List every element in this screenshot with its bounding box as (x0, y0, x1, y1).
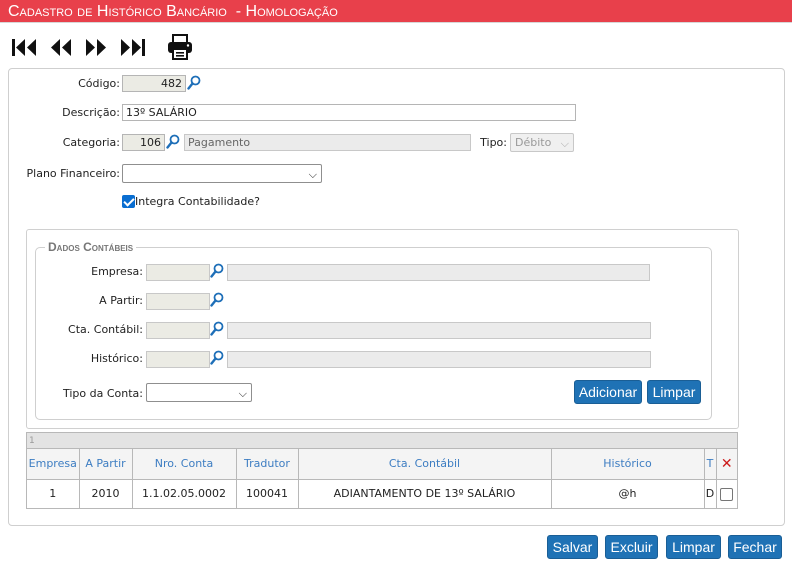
col-header-cta-contabil[interactable]: Cta. Contábil (297, 449, 552, 480)
dados-contabeis-legend: Dados Contábeis (45, 240, 137, 254)
cta-contabil-input[interactable] (146, 322, 210, 339)
previous-record-icon[interactable] (49, 36, 73, 60)
a-partir-search-icon[interactable] (210, 292, 224, 308)
chevron-down-icon: ⌵ (560, 137, 569, 150)
dados-contabeis-grid: 1 Empresa A Partir Nro. Conta Tradutor C… (26, 432, 738, 509)
next-record-icon[interactable] (84, 36, 108, 60)
col-header-t[interactable]: T (703, 449, 717, 480)
chevron-down-icon: ⌵ (238, 387, 247, 400)
plano-financeiro-select[interactable]: ⌵ (122, 164, 322, 183)
categoria-label: Categoria: (62, 136, 120, 149)
salvar-button[interactable]: Salvar (547, 535, 598, 559)
fechar-button[interactable]: Fechar (728, 535, 782, 559)
cell-empresa: 1 (27, 478, 80, 508)
cta-contabil-desc-field (227, 322, 651, 339)
codigo-input[interactable]: 482 (122, 75, 186, 92)
empresa-label: Empresa: (91, 265, 143, 278)
close-icon[interactable]: ✕ (721, 456, 733, 472)
first-record-icon[interactable] (11, 36, 39, 60)
integra-contabilidade-label: Integra Contabilidade? (135, 195, 260, 208)
tipo-label: Tipo: (480, 136, 507, 149)
integra-contabilidade-checkbox[interactable] (122, 195, 135, 208)
page-title: Cadastro de Histórico Bancário - Homolog… (0, 0, 792, 23)
cell-nro-conta: 1.1.02.05.0002 (131, 478, 237, 508)
a-partir-input[interactable] (146, 293, 210, 310)
historico-input[interactable] (146, 351, 210, 368)
categoria-name-field: Pagamento (184, 134, 471, 151)
plano-financeiro-label: Plano Financeiro: (26, 167, 120, 180)
limpar-button[interactable]: Limpar (666, 535, 721, 559)
cell-select (715, 478, 737, 508)
cell-cta-contabil: ADIANTAMENTO DE 13º SALÁRIO (297, 478, 552, 508)
tipo-conta-select[interactable]: ⌵ (146, 383, 252, 402)
historico-label: Histórico: (90, 352, 143, 365)
page: { "title": "Cadastro de Histórico Bancár… (0, 0, 792, 567)
tipo-select-value: Débito (515, 136, 552, 149)
descricao-label: Descrição: (62, 106, 120, 119)
cta-contabil-search-icon[interactable] (210, 321, 224, 337)
col-header-empresa[interactable]: Empresa (27, 449, 80, 480)
empresa-desc-field (227, 264, 650, 281)
delete-all-icon[interactable]: ✕ (715, 449, 737, 480)
chevron-down-icon: ⌵ (308, 168, 317, 181)
col-header-nro-conta[interactable]: Nro. Conta (131, 449, 237, 480)
tipo-conta-label: Tipo da Conta: (62, 387, 143, 400)
col-header-historico[interactable]: Histórico (550, 449, 705, 480)
categoria-code-input[interactable]: 106 (122, 134, 165, 151)
col-header-tradutor[interactable]: Tradutor (235, 449, 299, 480)
tipo-select: Débito ⌵ (510, 133, 574, 152)
adicionar-button[interactable]: Adicionar (574, 380, 642, 404)
codigo-search-icon[interactable] (187, 75, 201, 91)
empresa-search-icon[interactable] (210, 263, 224, 279)
last-record-icon[interactable] (118, 36, 146, 60)
cell-historico: @h (550, 478, 705, 508)
cta-contabil-label: Cta. Contábil: (68, 323, 143, 336)
grid-pager: 1 (27, 433, 737, 449)
empresa-input[interactable] (146, 264, 210, 281)
a-partir-label: A Partir: (99, 294, 143, 307)
cell-a-partir: 2010 (78, 478, 133, 508)
limpar-dados-button[interactable]: Limpar (647, 380, 701, 404)
historico-desc-field (227, 351, 651, 368)
categoria-search-icon[interactable] (166, 134, 180, 150)
cell-t: D (703, 478, 717, 508)
grid-table: Empresa A Partir Nro. Conta Tradutor Cta… (27, 449, 737, 508)
historico-search-icon[interactable] (210, 350, 224, 366)
row-select-checkbox[interactable] (720, 487, 734, 501)
cell-tradutor: 100041 (235, 478, 299, 508)
print-icon[interactable] (166, 33, 194, 61)
excluir-button[interactable]: Excluir (605, 535, 658, 559)
grid-header-row: Empresa A Partir Nro. Conta Tradutor Cta… (27, 449, 737, 480)
codigo-label: Código: (78, 77, 120, 90)
table-row[interactable]: 1 2010 1.1.02.05.0002 100041 ADIANTAMENT… (27, 478, 737, 508)
descricao-input[interactable]: 13º SALÁRIO (122, 104, 576, 121)
col-header-a-partir[interactable]: A Partir (78, 449, 133, 480)
